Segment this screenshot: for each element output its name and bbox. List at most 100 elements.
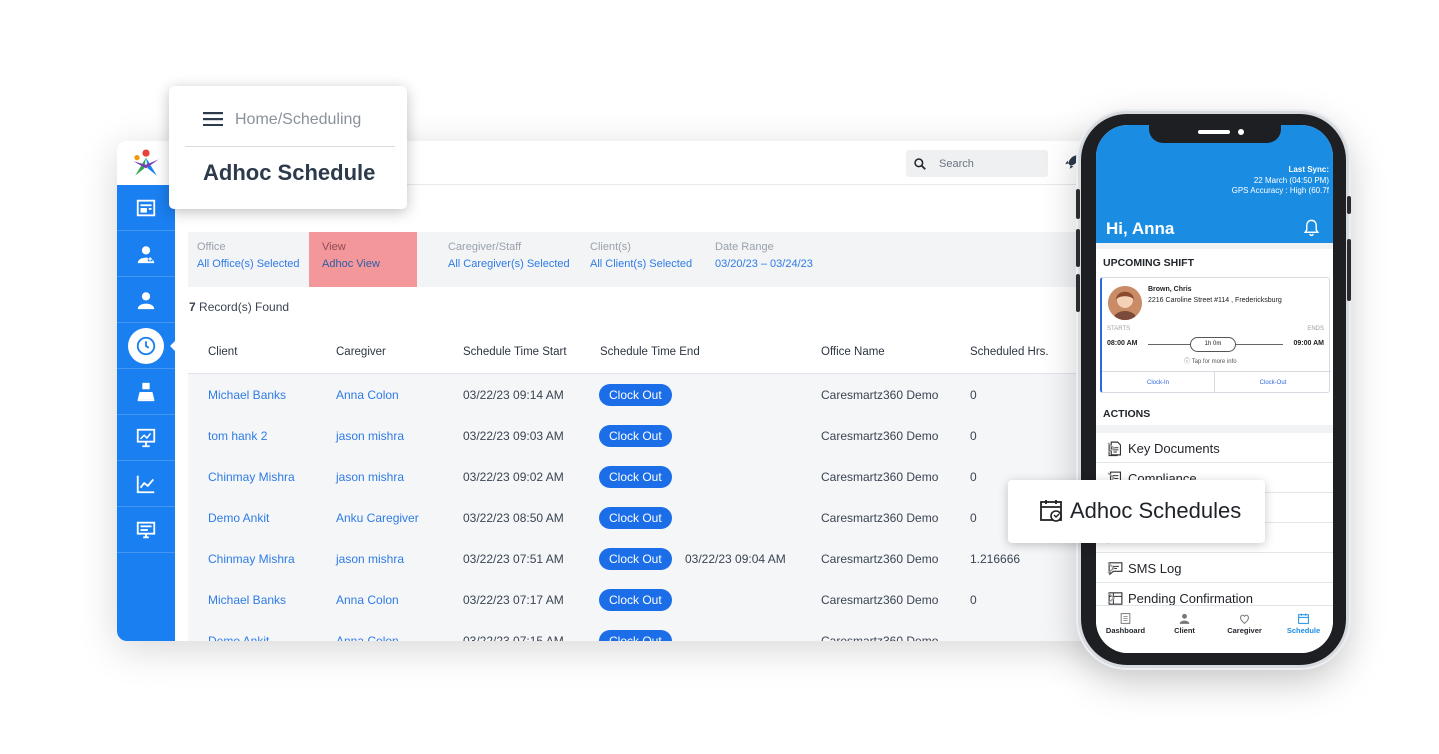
hamburger-menu-icon[interactable] <box>203 112 223 126</box>
column-header-start[interactable]: Schedule Time Start <box>463 346 567 358</box>
column-header-end[interactable]: Schedule Time End <box>600 346 700 358</box>
cell-client[interactable]: Chinmay Mishra <box>208 552 295 566</box>
schedule-table: Client Caregiver Schedule Time Start Sch… <box>188 326 1088 641</box>
cell-caregiver[interactable]: Anna Colon <box>336 634 399 641</box>
tab-caregiver[interactable]: Caregiver <box>1215 612 1274 635</box>
clock-out-button[interactable]: Clock Out <box>599 630 672 641</box>
clock-out-button[interactable]: Clock Out <box>599 548 672 570</box>
search-input[interactable]: Search <box>906 150 1048 177</box>
clock-out-button[interactable]: Clock Out <box>599 466 672 488</box>
sidebar-item-clients[interactable] <box>117 231 175 277</box>
greeting: Hi, Anna <box>1106 219 1175 238</box>
sidebar-item-monitor[interactable] <box>117 507 175 553</box>
sidebar-item-caregivers[interactable] <box>117 277 175 323</box>
table-row[interactable]: Demo Ankit Anna Colon 03/22/23 07:15 AM Clo… <box>188 620 1088 641</box>
action-key-documents[interactable]: Key Documents <box>1096 433 1333 463</box>
bell-icon[interactable] <box>1302 217 1321 238</box>
cell-hours: 0 <box>970 511 977 525</box>
filter-office[interactable]: Office All Office(s) Selected <box>197 232 307 287</box>
table-row[interactable]: Chinmay Mishra jason mishra 03/22/23 09:02… <box>188 456 1088 497</box>
tab-label: Schedule <box>1286 626 1321 635</box>
sidebar-item-analytics[interactable] <box>117 461 175 507</box>
table-row[interactable]: Chinmay Mishra jason mishra 03/22/23 07:51… <box>188 538 1088 579</box>
cell-start-time: 03/22/23 09:02 AM <box>463 470 564 484</box>
column-header-client[interactable]: Client <box>208 346 237 358</box>
client-icon <box>137 245 155 263</box>
cell-client[interactable]: tom hank 2 <box>208 429 267 443</box>
cell-hours: 0 <box>970 388 977 402</box>
tab-label: Caregiver <box>1227 626 1262 635</box>
cell-client[interactable]: Michael Banks <box>208 593 286 607</box>
dashboard-icon <box>136 199 156 216</box>
adhoc-schedules-label: Adhoc Schedules <box>1070 498 1242 523</box>
cell-start-time: 03/22/23 07:17 AM <box>463 593 564 607</box>
chevron-right-icon <box>1107 592 1115 604</box>
sidebar-item-billing[interactable] <box>117 369 175 415</box>
ends-label: ENDS <box>1307 326 1324 332</box>
shift-address: 2216 Caroline Street #114 , Fredericksbu… <box>1148 297 1282 304</box>
desktop-app-window: Search Adhoc Schedule Office All Office(… <box>117 141 1117 641</box>
action-sms-log[interactable]: SMS Log <box>1096 553 1333 583</box>
cell-caregiver[interactable]: Anku Caregiver <box>336 511 419 525</box>
column-header-hours[interactable]: Scheduled Hrs. <box>970 346 1049 358</box>
chevron-right-icon <box>1107 562 1115 574</box>
cell-caregiver[interactable]: jason mishra <box>336 470 404 484</box>
clock-in-button[interactable]: Clock-In <box>1102 371 1215 393</box>
calendar-icon <box>1298 613 1309 624</box>
tap-hint: ⓘ Tap for more info <box>1184 356 1237 365</box>
cell-caregiver[interactable]: Anna Colon <box>336 388 399 402</box>
clock-out-button[interactable]: Clock Out <box>599 384 672 406</box>
analytics-icon <box>136 475 155 493</box>
breadcrumb-home[interactable]: Home <box>235 111 278 128</box>
column-header-office[interactable]: Office Name <box>821 346 885 358</box>
filter-date-range[interactable]: Date Range 03/20/23 – 03/24/23 <box>715 232 845 287</box>
popup-page-title: Adhoc Schedule <box>203 160 376 185</box>
breadcrumb-current[interactable]: Scheduling <box>282 111 361 128</box>
table-row[interactable]: Demo Ankit Anku Caregiver 03/22/23 08:50 A… <box>188 497 1088 538</box>
client-icon <box>1179 613 1190 624</box>
cell-office: Caresmartz360 Demo <box>821 634 939 641</box>
filter-clients[interactable]: Client(s) All Client(s) Selected <box>590 232 712 287</box>
caresmartz-logo-icon <box>133 149 159 176</box>
info-icon: ⓘ <box>1184 359 1192 365</box>
filter-label: Caregiver/Staff <box>448 241 522 253</box>
sidebar <box>117 185 176 641</box>
client-avatar <box>1108 286 1142 320</box>
phone-screen: Last Sync: 22 March (04:50 PM) GPS Accur… <box>1096 125 1333 653</box>
upcoming-shift-card[interactable]: Brown, Chris 2216 Caroline Street #114 ,… <box>1100 277 1331 393</box>
caregiver-icon <box>1240 614 1249 625</box>
cell-client[interactable]: Demo Ankit <box>208 511 269 525</box>
cell-client[interactable]: Michael Banks <box>208 388 286 402</box>
column-header-caregiver[interactable]: Caregiver <box>336 346 386 358</box>
cell-client[interactable]: Chinmay Mishra <box>208 470 295 484</box>
cell-start-time: 03/22/23 09:14 AM <box>463 388 564 402</box>
tab-schedule[interactable]: Schedule <box>1274 612 1333 635</box>
tab-dashboard[interactable]: Dashboard <box>1096 612 1155 635</box>
cell-caregiver[interactable]: jason mishra <box>336 552 404 566</box>
clock-out-button[interactable]: Clock Out <box>599 507 672 529</box>
cell-office: Caresmartz360 Demo <box>821 388 939 402</box>
sidebar-item-scheduling[interactable] <box>117 323 176 369</box>
cell-start-time: 03/22/23 09:03 AM <box>463 429 564 443</box>
cell-start-time: 03/22/23 08:50 AM <box>463 511 564 525</box>
cell-caregiver[interactable]: jason mishra <box>336 429 404 443</box>
spacer <box>1096 243 1333 249</box>
clock-out-button[interactable]: Clock-Out <box>1215 371 1331 393</box>
clock-out-button[interactable]: Clock Out <box>599 425 672 447</box>
cell-client[interactable]: Demo Ankit <box>208 634 269 641</box>
app-logo[interactable] <box>117 141 175 185</box>
cell-office: Caresmartz360 Demo <box>821 552 939 566</box>
sidebar-item-dashboard[interactable] <box>117 185 175 231</box>
table-row[interactable]: tom hank 2 jason mishra 03/22/23 09:03 AM C… <box>188 415 1088 456</box>
sidebar-item-reports[interactable] <box>117 415 175 461</box>
adhoc-schedules-callout[interactable]: Adhoc Schedules <box>1008 480 1265 543</box>
clock-out-button[interactable]: Clock Out <box>599 589 672 611</box>
table-row[interactable]: Michael Banks Anna Colon 03/22/23 07:17 AM… <box>188 579 1088 620</box>
cell-caregiver[interactable]: Anna Colon <box>336 593 399 607</box>
billing-icon <box>137 382 155 401</box>
filter-caregiver[interactable]: Caregiver/Staff All Caregiver(s) Selecte… <box>448 232 588 287</box>
rocket-icon[interactable] <box>1063 153 1081 171</box>
table-row[interactable]: Michael Banks Anna Colon 03/22/23 09:14 AM… <box>188 374 1088 415</box>
tab-client[interactable]: Client <box>1155 612 1214 635</box>
filter-view[interactable]: View Adhoc View <box>309 232 417 287</box>
